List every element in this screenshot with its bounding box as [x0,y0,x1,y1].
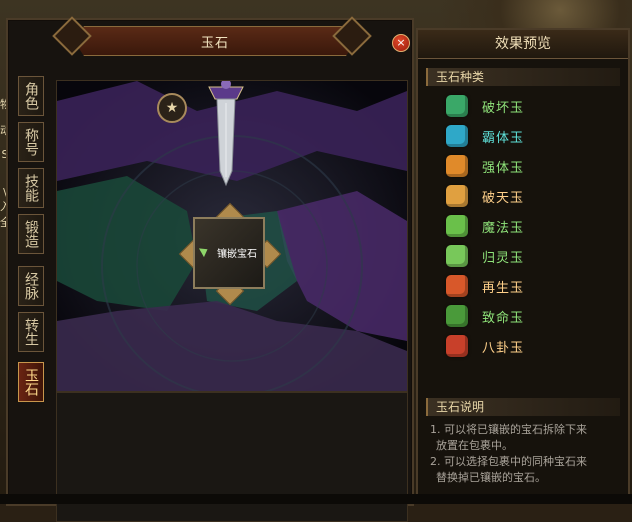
tab-title[interactable]: 称号 [18,122,44,162]
gem-name: 破坏玉 [482,100,525,116]
gem-leaf-icon [446,245,468,267]
desc-line: 放置在包裹中。 [436,439,513,452]
desc-line: 1. 可以将已镶嵌的宝石拆除下来 [430,423,587,436]
tab-skill[interactable]: 技能 [18,168,44,208]
gem-row[interactable]: 归灵玉 [446,242,524,270]
gem-green-icon [446,95,468,117]
tab-rebirth[interactable]: 转生 [18,312,44,352]
gem-name: 强体玉 [482,160,525,176]
gem-row[interactable]: 再生玉 [446,272,524,300]
jade-window: 玉石 ★ 镶嵌宝石 [6,16,414,522]
gem-moss-icon [446,305,468,327]
desc-line: 替换掉已镶嵌的宝石。 [436,471,546,484]
gem-row[interactable]: 霸体玉 [446,122,524,150]
star-badge-icon[interactable]: ★ [157,93,187,123]
footer-strip [0,494,632,504]
gem-crimson-icon [446,335,468,357]
gem-row[interactable]: 破坏玉 [446,92,524,120]
gem-orange-icon [446,155,468,177]
gem-name: 霸体玉 [482,130,525,146]
gem-name: 破天玉 [482,190,525,206]
desc-box: 1. 可以将已镶嵌的宝石拆除下来 放置在包裹中。 2. 可以选择包裹中的同种宝石… [426,422,622,490]
gem-teal-icon [446,125,468,147]
desc-section-title: 玉石说明 [426,398,620,416]
gem-row[interactable]: 致命玉 [446,302,524,330]
gem-row[interactable]: 八卦玉 [446,332,524,360]
tab-forge[interactable]: 锻造 [18,214,44,254]
gem-name: 归灵玉 [482,250,525,266]
window-title: 玉石 [200,36,229,51]
tab-role[interactable]: 角色 [18,76,44,116]
socket-label: 镶嵌宝石 [217,249,257,260]
gem-gold-icon [446,185,468,207]
gem-name: 魔法玉 [482,220,525,236]
jade-stage: ★ 镶嵌宝石 [56,80,408,392]
gem-section-title: 玉石种类 [426,68,620,86]
preview-title: 效果预览 [418,30,628,59]
title-bar: 玉石 [74,26,356,56]
gem-row[interactable]: 强体玉 [446,152,524,180]
desc-line: 2. 可以选择包裹中的同种宝石来 [430,455,587,468]
gem-name: 八卦玉 [482,340,525,356]
gem-red-icon [446,275,468,297]
effect-preview-panel: 效果预览 玉石种类 破坏玉 霸体玉 强体玉 破天玉 魔法玉 归灵玉 再生玉 致命… [416,28,630,502]
gem-socket[interactable]: 镶嵌宝石 [178,202,282,306]
tab-jade[interactable]: 玉石 [18,362,44,402]
close-button[interactable]: × [392,34,410,52]
gem-row[interactable]: 魔法玉 [446,212,524,240]
gem-row[interactable]: 破天玉 [446,182,524,210]
gem-lime-icon [446,215,468,237]
gem-name: 致命玉 [482,310,525,326]
tab-meridian[interactable]: 经脉 [18,266,44,306]
gem-name: 再生玉 [482,280,525,296]
